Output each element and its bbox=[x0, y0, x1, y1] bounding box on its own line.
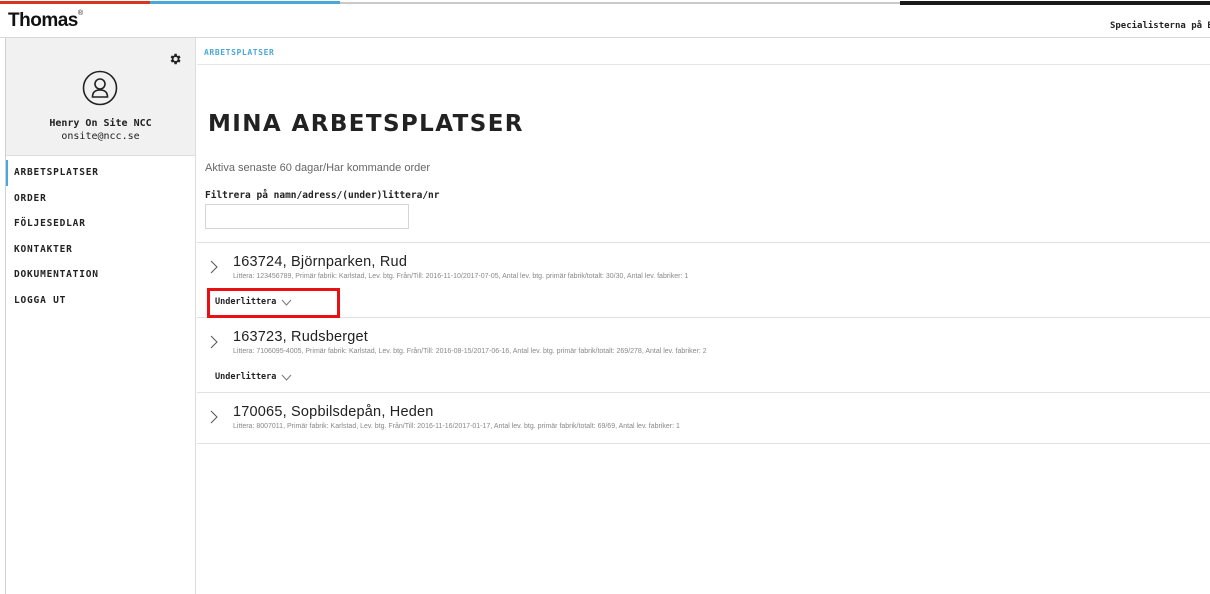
user-profile-panel: Henry On Site NCC onsite@ncc.se bbox=[6, 38, 195, 156]
user-avatar-icon bbox=[82, 70, 118, 106]
sidebar-item-foljesedlar[interactable]: FÖLJESEDLAR bbox=[6, 211, 195, 237]
highlight-box bbox=[207, 288, 340, 318]
chevron-right-icon[interactable] bbox=[209, 260, 219, 274]
sidebar-item-kontakter[interactable]: KONTAKTER bbox=[6, 237, 195, 263]
header-tagline: Specialisterna på Betong bbox=[1109, 21, 1210, 31]
filter-label: Filtrera på namn/adress/(under)littera/n… bbox=[205, 190, 440, 201]
sidebar-item-logga-ut[interactable]: LOGGA UT bbox=[6, 288, 195, 314]
thomas-logo[interactable]: Thomas® bbox=[8, 10, 83, 32]
sidebar-item-order[interactable]: ORDER bbox=[6, 186, 195, 212]
divider bbox=[197, 64, 1210, 65]
worksite-meta: Littera: 123456789, Primär fabrik: Karls… bbox=[233, 273, 689, 280]
worksite-list: 163724, Björnparken, Rud Littera: 123456… bbox=[197, 242, 1210, 444]
main-content: ARBETSPLATSER MINA ARBETSPLATSER Aktiva … bbox=[197, 38, 1210, 594]
worksite-title[interactable]: 163724, Björnparken, Rud bbox=[233, 254, 407, 270]
app-header: Thomas® Specialisterna på Betong bbox=[0, 6, 1210, 38]
page-subtitle: Aktiva senaste 60 dagar/Har kommande ord… bbox=[205, 162, 431, 174]
underlittera-toggle[interactable]: Underlittera bbox=[215, 370, 292, 384]
worksite-title[interactable]: 163723, Rudsberget bbox=[233, 329, 368, 345]
chevron-right-icon[interactable] bbox=[209, 410, 219, 424]
underlittera-label: Underlittera bbox=[215, 372, 277, 382]
chevron-right-icon[interactable] bbox=[209, 335, 219, 349]
list-item[interactable]: 170065, Sopbilsdepån, Heden Littera: 800… bbox=[197, 393, 1210, 444]
filter-input[interactable] bbox=[205, 204, 409, 229]
page-title: MINA ARBETSPLATSER bbox=[208, 111, 524, 137]
gear-icon[interactable] bbox=[168, 52, 182, 66]
list-item[interactable]: 163723, Rudsberget Littera: 7106095-4005… bbox=[197, 318, 1210, 393]
sidebar-nav: ARBETSPLATSER ORDER FÖLJESEDLAR KONTAKTE… bbox=[6, 160, 195, 313]
user-email: onsite@ncc.se bbox=[61, 131, 140, 142]
user-name: Henry On Site NCC bbox=[49, 118, 152, 129]
sidebar-item-arbetsplatser[interactable]: ARBETSPLATSER bbox=[6, 160, 195, 186]
breadcrumb[interactable]: ARBETSPLATSER bbox=[204, 48, 274, 57]
worksite-meta: Littera: 8007011, Primär fabrik: Karlsta… bbox=[233, 423, 680, 430]
sidebar-item-dokumentation[interactable]: DOKUMENTATION bbox=[6, 262, 195, 288]
sidebar: Henry On Site NCC onsite@ncc.se ARBETSPL… bbox=[6, 38, 196, 594]
worksite-meta: Littera: 7106095-4005, Primär fabrik: Ka… bbox=[233, 348, 707, 355]
list-item[interactable]: 163724, Björnparken, Rud Littera: 123456… bbox=[197, 243, 1210, 318]
logo-text: Thomas bbox=[8, 10, 78, 31]
chevron-down-icon bbox=[282, 374, 292, 381]
worksite-title[interactable]: 170065, Sopbilsdepån, Heden bbox=[233, 404, 434, 420]
logo-registered-mark: ® bbox=[77, 9, 83, 17]
